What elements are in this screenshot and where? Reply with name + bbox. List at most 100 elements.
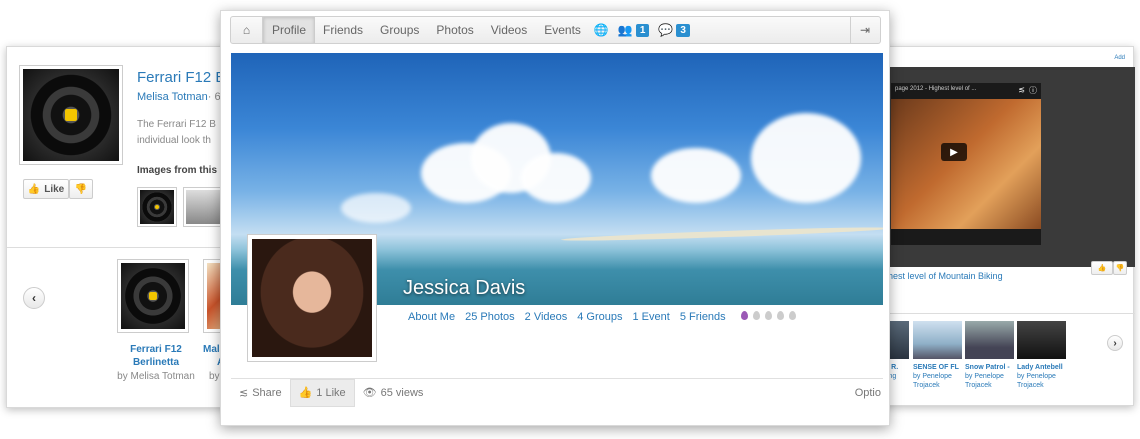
- tab-friends[interactable]: Friends: [315, 17, 372, 43]
- related-sub: Trojacek: [965, 382, 992, 389]
- options-button[interactable]: Optio: [847, 379, 883, 407]
- rating[interactable]: [736, 311, 796, 323]
- globe-icon: 🌐: [593, 23, 609, 37]
- gallery-thumb[interactable]: [137, 187, 177, 227]
- left-author[interactable]: Melisa Totman: [137, 91, 208, 103]
- thumb-down-icon: 👎: [74, 183, 88, 195]
- cloud: [521, 153, 591, 203]
- ferrari-thumbnail[interactable]: [19, 65, 123, 165]
- carousel-title-line: Berlinetta: [132, 357, 180, 368]
- video-link[interactable]: ghest level of Mountain Biking: [883, 271, 1003, 281]
- related-sub: Trojacek: [1017, 382, 1044, 389]
- video-frame: [891, 99, 1041, 229]
- play-icon[interactable]: ▶: [941, 143, 967, 161]
- tab-events[interactable]: Events: [536, 17, 590, 43]
- carousel-thumb[interactable]: [117, 259, 189, 333]
- thumb-up-icon: 👍: [298, 387, 313, 399]
- share-icon: ≲: [239, 387, 249, 399]
- add-link[interactable]: Add: [1114, 55, 1125, 61]
- prev-arrow-button[interactable]: ‹: [23, 287, 45, 309]
- like-small-button[interactable]: 👍: [1091, 261, 1113, 275]
- video-title: page 2012 - Highest level of ...: [895, 86, 977, 92]
- logout-button[interactable]: ⇥: [850, 17, 880, 43]
- related-title: Snow Patrol -: [965, 364, 1010, 371]
- right-preview-card: Add page 2012 - Highest level of ... ≲ ⓘ…: [880, 46, 1135, 406]
- share-button[interactable]: ≲ Share: [231, 379, 290, 407]
- cloud: [651, 148, 741, 203]
- carousel-title-line: Ferrari F12: [130, 344, 182, 355]
- like-button[interactable]: 👍 Like: [23, 179, 69, 199]
- drop-icon: [752, 311, 760, 320]
- cloud: [341, 193, 411, 223]
- events-link[interactable]: 1 Event: [633, 311, 670, 323]
- messages-button[interactable]: 💬 3: [654, 17, 695, 43]
- profile-card: ⌂ Profile Friends Groups Photos Videos E…: [220, 10, 890, 426]
- share-icon[interactable]: ≲: [1018, 85, 1025, 94]
- related-thumb[interactable]: [913, 321, 962, 359]
- drop-icon: [764, 311, 772, 320]
- desc-line: individual look th: [137, 135, 211, 146]
- related-caption[interactable]: SENSE OF FL by Penelope Trojacek: [913, 363, 959, 390]
- left-preview-card: Ferrari F12 B Melisa Totman· 6 The Ferra…: [6, 46, 247, 408]
- videos-link[interactable]: 2 Videos: [525, 311, 568, 323]
- gallery-thumb[interactable]: [183, 187, 223, 227]
- thumb-up-icon: 👍: [1097, 265, 1107, 272]
- info-icon[interactable]: ⓘ: [1029, 85, 1037, 96]
- profile-stats: About Me 25 Photos 2 Videos 4 Groups 1 E…: [408, 311, 796, 323]
- left-meta: · 6: [207, 91, 221, 103]
- chat-icon: 💬: [658, 23, 674, 37]
- photos-link[interactable]: 25 Photos: [465, 311, 515, 323]
- video-player[interactable]: page 2012 - Highest level of ... ≲ ⓘ ▶: [891, 83, 1041, 245]
- divider: [881, 313, 1135, 314]
- left-description: The Ferrari F12 B individual look th: [137, 117, 216, 149]
- related-caption[interactable]: Lady Antebell by Penelope Trojacek: [1017, 363, 1063, 390]
- dislike-button[interactable]: 👎: [69, 179, 93, 199]
- related-title: SENSE OF FL: [913, 364, 959, 371]
- tab-videos[interactable]: Videos: [483, 17, 536, 43]
- carousel-author: by Melisa Totman: [117, 371, 195, 382]
- eye-icon: 👁: [362, 387, 377, 399]
- tab-groups[interactable]: Groups: [372, 17, 428, 43]
- tab-profile[interactable]: Profile: [263, 17, 316, 43]
- related-sub: Trojacek: [913, 382, 940, 389]
- groups-link[interactable]: 4 Groups: [577, 311, 622, 323]
- thumb-down-icon: 👎: [1115, 265, 1125, 272]
- globe-button[interactable]: 🌐: [590, 17, 614, 43]
- about-me-link[interactable]: About Me: [408, 311, 455, 323]
- next-arrow-button[interactable]: ›: [1107, 335, 1123, 351]
- related-caption[interactable]: Snow Patrol - by Penelope Trojacek: [965, 363, 1010, 390]
- left-title[interactable]: Ferrari F12 B: [137, 69, 225, 86]
- beach: [560, 225, 883, 243]
- friend-requests-button[interactable]: 👥 1: [614, 17, 655, 43]
- carousel-author: by: [209, 371, 220, 382]
- share-label: Share: [252, 386, 282, 399]
- left-meta-line: Melisa Totman· 6: [137, 91, 221, 103]
- related-title: Lady Antebell: [1017, 364, 1063, 371]
- related-sub: by Penelope: [913, 373, 952, 380]
- action-bar: ≲ Share 👍 1 Like 👁 65 views Optio: [231, 378, 883, 407]
- divider: [7, 247, 247, 248]
- drop-icon: [740, 311, 748, 320]
- related-sub: by Penelope: [1017, 373, 1056, 380]
- drop-icon: [776, 311, 784, 320]
- tab-photos[interactable]: Photos: [428, 17, 482, 43]
- home-button[interactable]: ⌂: [231, 17, 263, 43]
- desc-line: The Ferrari F12 B: [137, 119, 216, 130]
- related-thumb[interactable]: [965, 321, 1014, 359]
- like-button[interactable]: 👍 1 Like: [289, 378, 355, 407]
- home-icon: ⌂: [242, 23, 251, 37]
- profile-nav: ⌂ Profile Friends Groups Photos Videos E…: [230, 16, 881, 44]
- profile-name: Jessica Davis: [403, 277, 526, 299]
- views-count: 👁 65 views: [355, 379, 432, 407]
- friends-link[interactable]: 5 Friends: [680, 311, 726, 323]
- friend-requests-badge: 1: [635, 23, 650, 37]
- like-label: Like: [44, 183, 65, 195]
- messages-badge: 3: [676, 23, 690, 37]
- chevron-right-icon: ›: [1113, 337, 1117, 349]
- carousel-title[interactable]: Ferrari F12 Berlinetta: [111, 343, 201, 369]
- dislike-small-button[interactable]: 👎: [1113, 261, 1127, 275]
- avatar[interactable]: [247, 234, 377, 362]
- images-heading: Images from this: [137, 165, 218, 176]
- cloud: [751, 113, 861, 203]
- related-thumb[interactable]: [1017, 321, 1066, 359]
